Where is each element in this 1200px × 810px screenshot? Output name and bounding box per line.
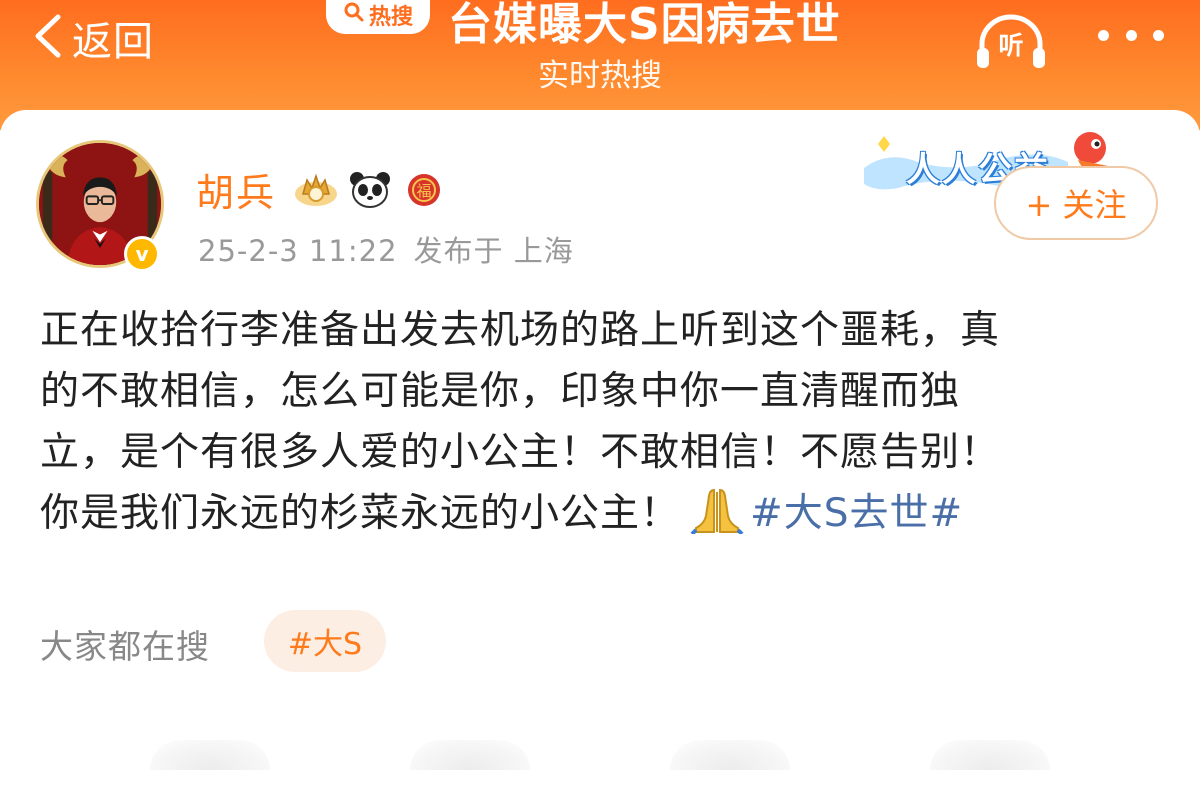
crown-badge-icon bbox=[292, 170, 340, 210]
user-badges: 福 bbox=[292, 170, 448, 210]
post-body: 正在收拾行李准备出发去机场的路上听到这个噩耗，真 的不敢相信，怎么可能是你，印象… bbox=[40, 300, 1160, 544]
action-placeholder bbox=[410, 740, 530, 770]
post-timestamp: 25-2-3 11:22 bbox=[198, 234, 398, 268]
hashtag-link[interactable]: #大S去世# bbox=[750, 491, 963, 536]
more-dots-icon bbox=[1098, 29, 1109, 41]
listen-button[interactable]: 听 bbox=[974, 12, 1048, 72]
related-search-chip[interactable]: #大S bbox=[264, 610, 386, 672]
more-button[interactable] bbox=[1098, 20, 1164, 50]
listen-label: 听 bbox=[998, 31, 1024, 60]
post-last-line: 你是我们永远的杉菜永远的小公主！ #大S去世# bbox=[40, 483, 1160, 544]
post-line: 的不敢相信，怎么可能是你，印象中你一直清醒而独 bbox=[40, 369, 961, 414]
fortune-badge-icon: 福 bbox=[400, 170, 448, 210]
post-line: 你是我们永远的杉菜永远的小公主！ bbox=[40, 491, 681, 536]
post-meta: 25-2-3 11:22 发布于 上海 bbox=[198, 228, 574, 270]
post-location: 发布于 上海 bbox=[413, 234, 574, 268]
subtitle-text: 实时热搜 bbox=[538, 58, 662, 94]
hot-search-badge[interactable]: 热搜 bbox=[326, 0, 430, 34]
follow-button[interactable]: + 关注 bbox=[994, 166, 1158, 240]
action-bar-hint bbox=[0, 730, 1200, 770]
post-card: v 胡兵 福 25-2-3 11:22 发布于 上海 人人公益 + 关注 正在收拾… bbox=[0, 110, 1200, 810]
panda-badge-icon bbox=[346, 170, 394, 210]
svg-text:福: 福 bbox=[416, 182, 431, 200]
hot-badge-label: 热搜 bbox=[368, 5, 413, 30]
page-title: 台媒曝大S因病去世 bbox=[448, 0, 841, 50]
post-line: 立，是个有很多人爱的小公主！不敢相信！不愿告别！ bbox=[40, 430, 1001, 475]
action-placeholder bbox=[670, 740, 790, 770]
action-placeholder bbox=[150, 740, 270, 770]
praying-hands-icon bbox=[688, 486, 746, 536]
search-icon bbox=[343, 1, 369, 29]
post-line: 正在收拾行李准备出发去机场的路上听到这个噩耗，真 bbox=[40, 308, 1001, 353]
username[interactable]: 胡兵 bbox=[196, 162, 276, 217]
related-search-label: 大家都在搜 bbox=[40, 627, 210, 666]
action-placeholder bbox=[930, 740, 1050, 770]
verified-icon: v bbox=[124, 236, 160, 272]
